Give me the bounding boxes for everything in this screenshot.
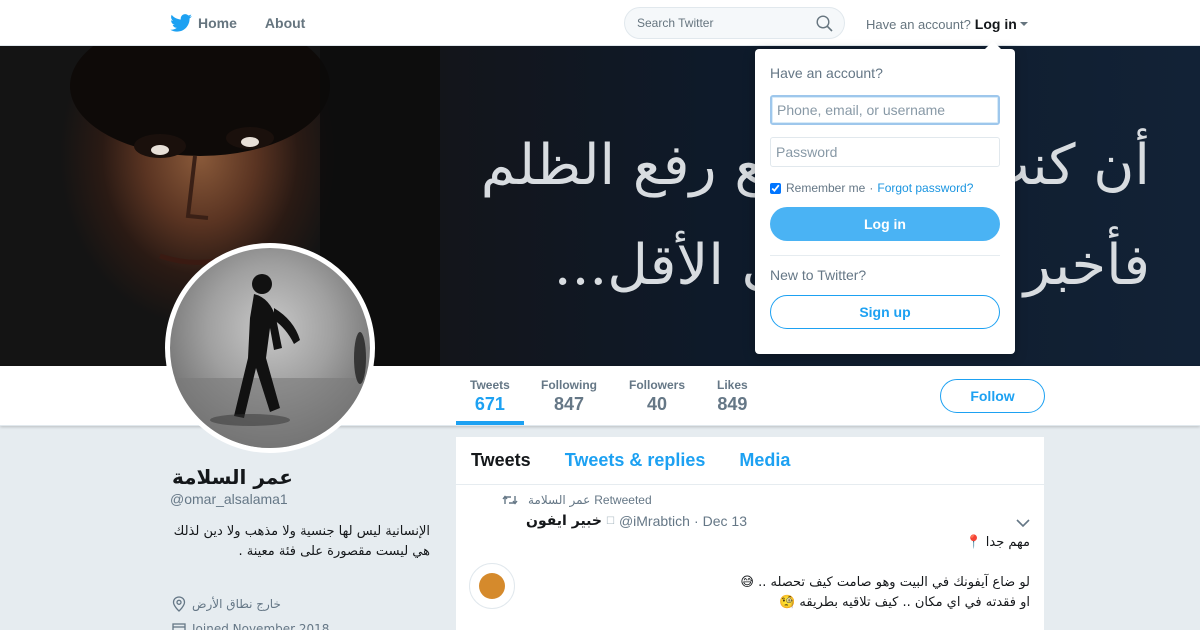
stat-label: Followers (629, 378, 686, 392)
nav-home[interactable]: Home (170, 14, 237, 32)
password-field[interactable] (770, 137, 1000, 167)
retweet-icon (502, 495, 518, 505)
tweet-text-line: لو ضاع آيفونك في البيت وهو صامت كيف تحصل… (740, 575, 1030, 590)
stat-following[interactable]: Following 847 (541, 378, 597, 415)
login-link[interactable]: Log in (975, 16, 1017, 32)
tweet-author-name[interactable]: خبير ايفون (526, 513, 602, 529)
new-to-twitter-text: New to Twitter? (770, 267, 867, 283)
search-icon[interactable] (816, 15, 833, 32)
stat-tweets[interactable]: Tweets 671 (456, 378, 524, 425)
tweet-header-separator: · (693, 513, 699, 529)
tweet-date[interactable]: Dec 13 (703, 513, 747, 529)
profile-joined-text: Joined November 2018 (192, 622, 330, 630)
account-prompt: Have an account? Log in (866, 16, 1028, 32)
profile-bio: الإنسانية ليس لها جنسية ولا مذهب ولا دين… (173, 524, 430, 559)
stat-value: 40 (646, 394, 668, 414)
nav-links: Home About (170, 0, 333, 46)
profile-joined: Joined November 2018 (172, 622, 329, 630)
stat-label: Tweets (470, 378, 510, 392)
tab-tweets-replies[interactable]: Tweets & replies (565, 450, 706, 471)
retweeted-label: Retweeted (594, 493, 652, 507)
calendar-icon (172, 623, 186, 630)
stat-likes[interactable]: Likes 849 (717, 378, 748, 415)
stat-value: 847 (553, 394, 585, 414)
login-heading: Have an account? (770, 65, 883, 81)
tweet-text-line: او فقدته في اي مكان .. كيف تلاقيه بطريقه… (779, 595, 1030, 610)
chevron-down-icon[interactable] (1016, 518, 1030, 528)
remember-separator: · (869, 181, 874, 195)
profile-location: خارج نطاق الأرض (172, 596, 281, 612)
profile-name[interactable]: عمر السلامة (172, 465, 293, 489)
tab-media[interactable]: Media (739, 450, 790, 471)
tweet-text-line: مهم جدا 📍 (965, 535, 1030, 550)
tweet-line-gap (526, 553, 1030, 573)
badge-icon: ☐ (605, 515, 615, 527)
stat-label: Likes (717, 378, 748, 392)
nav-home-label: Home (198, 15, 237, 31)
location-pin-icon (172, 596, 186, 612)
tweet-header: خبير ايفون ☐ @iMrabtich · Dec 13 (526, 513, 747, 529)
search-box (624, 7, 845, 39)
login-dropdown: Have an account? Remember me · Forgot pa… (755, 41, 1015, 354)
stat-followers[interactable]: Followers 40 (629, 378, 685, 415)
timeline: Tweets Tweets & replies Media عمر السلام… (456, 437, 1044, 630)
avatar-figure (170, 274, 370, 448)
remember-label[interactable]: Remember me (786, 181, 865, 195)
profile-location-text: خارج نطاق الأرض (192, 597, 281, 611)
tweet[interactable]: عمر السلامة Retweeted خبير ايفون ☐ @iMra… (456, 485, 1044, 630)
stat-value: 671 (474, 394, 505, 414)
dropdown-divider (770, 255, 1000, 256)
nav-about[interactable]: About (265, 15, 305, 31)
apple-logo-icon (479, 573, 505, 599)
search-input[interactable] (625, 8, 805, 38)
remember-row: Remember me · Forgot password? (770, 181, 1000, 195)
stat-value: 849 (717, 394, 748, 414)
account-prompt-text: Have an account? (866, 16, 971, 32)
tweet-author-handle[interactable]: @iMrabtich (619, 513, 690, 529)
login-button[interactable]: Log in (770, 207, 1000, 241)
forgot-password-link[interactable]: Forgot password? (877, 181, 973, 195)
stat-label: Following (541, 378, 597, 392)
signup-button[interactable]: Sign up (770, 295, 1000, 329)
tab-tweets[interactable]: Tweets (471, 450, 531, 471)
remember-checkbox[interactable] (770, 182, 781, 194)
timeline-tabs: Tweets Tweets & replies Media (456, 437, 1044, 485)
twitter-bird-icon (170, 14, 192, 32)
username-field[interactable] (770, 95, 1000, 125)
profile-handle[interactable]: @omar_alsalama1 (170, 491, 288, 507)
tweet-text: مهم جدا 📍 لو ضاع آيفونك في البيت وهو صام… (526, 533, 1030, 613)
retweeter-name[interactable]: عمر السلامة (528, 493, 590, 507)
top-nav: Home About Have an account? Log in (0, 0, 1200, 46)
retweet-context: عمر السلامة Retweeted (502, 493, 652, 507)
chevron-down-icon[interactable] (1019, 22, 1028, 26)
follow-button[interactable]: Follow (940, 379, 1045, 413)
tweet-avatar[interactable] (469, 563, 515, 609)
nav-about-label: About (264, 15, 306, 31)
avatar[interactable] (165, 243, 375, 453)
